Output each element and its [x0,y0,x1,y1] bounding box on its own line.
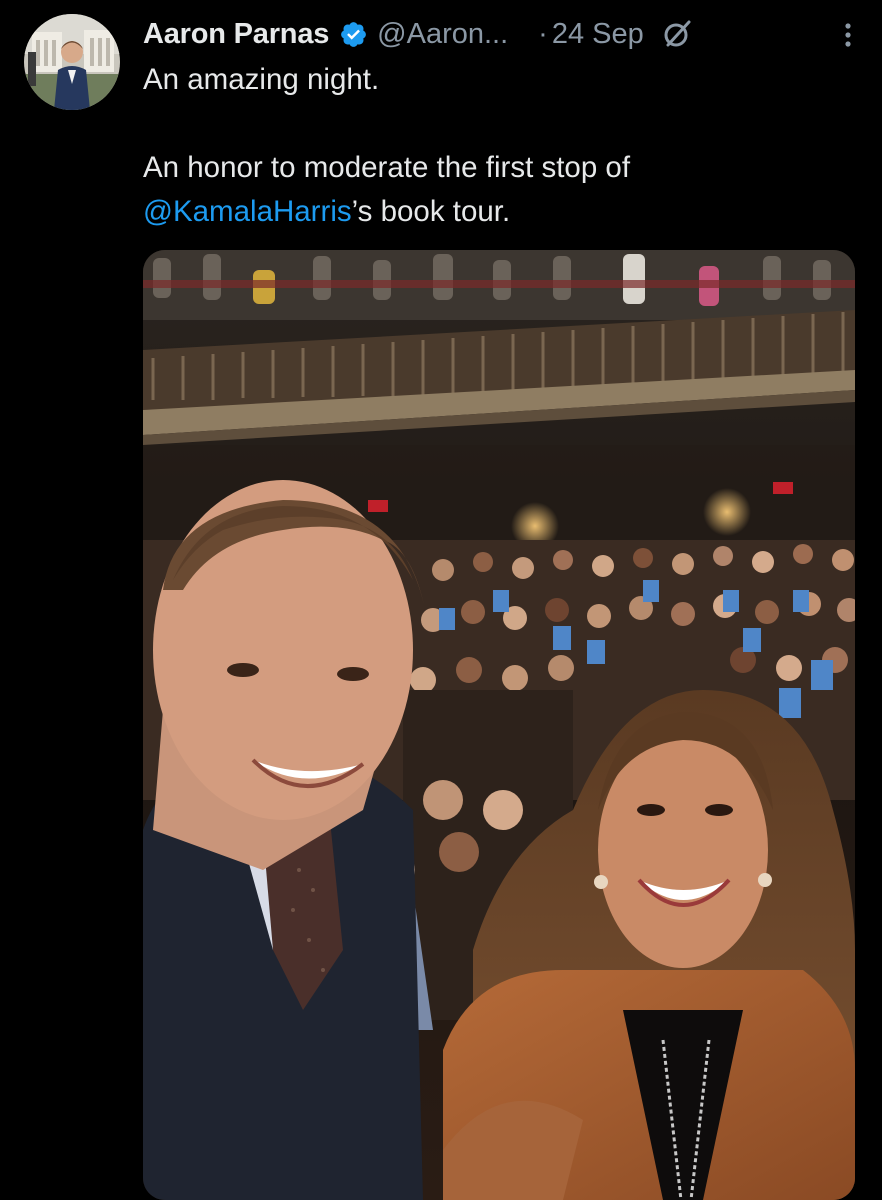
selfie-photo-image [143,250,855,1200]
tweet-photo[interactable] [143,250,855,1200]
author-name[interactable]: Aaron Parnas [143,18,329,51]
verified-badge-icon [339,20,368,49]
tweet-text: An amazing night. An honor to moderate t… [143,58,863,235]
author-avatar[interactable] [24,14,120,110]
tweet-text-line-3-rest: ’s book tour. [351,195,511,228]
avatar-image [24,14,120,110]
tweet[interactable]: Aaron Parnas @Aaron... · 24 Sep An amazi… [0,0,882,1200]
separator-dot: · [538,17,548,50]
more-options-icon[interactable] [844,22,852,48]
author-handle[interactable]: @Aaron... [377,18,508,51]
tweet-text-line-3: @KamalaHarris’s book tour. [143,190,863,235]
grok-icon[interactable] [662,19,692,49]
mention-link[interactable]: @KamalaHarris [143,195,352,228]
tweet-header: Aaron Parnas @Aaron... · 24 Sep [143,12,882,56]
timestamp[interactable]: 24 Sep [552,18,644,51]
tweet-text-line-2: An honor to moderate the first stop of [143,150,631,184]
tweet-text-line-1: An amazing night. [143,63,380,96]
